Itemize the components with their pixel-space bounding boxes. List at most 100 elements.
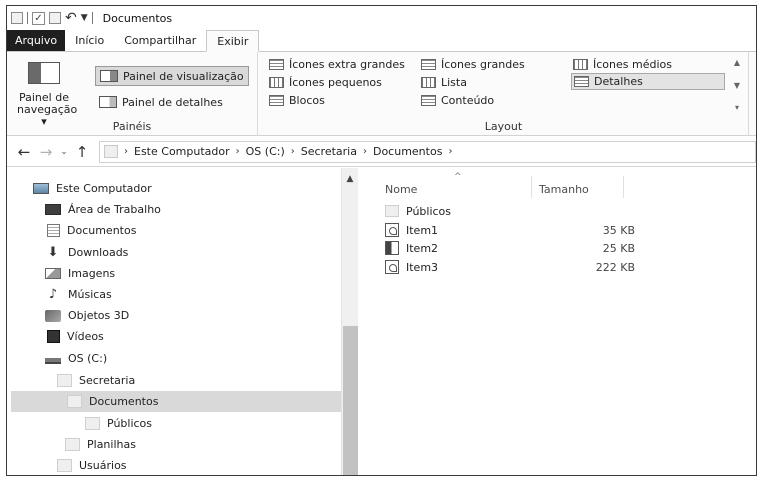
undo-icon[interactable]: ↶ (65, 11, 77, 25)
column-divider[interactable] (531, 176, 532, 198)
tab-arquivo[interactable]: Arquivo (7, 30, 66, 51)
music-note-icon: ♪ (48, 287, 58, 302)
chevron-down-icon[interactable]: ▼ (734, 81, 740, 90)
breadcrumb-este-computador[interactable]: Este Computador (134, 145, 230, 158)
folder-icon (67, 395, 82, 408)
layout-small-icons[interactable]: Ícones pequenos (269, 74, 382, 91)
breadcrumb-chevron-icon[interactable]: › (291, 146, 295, 157)
nav-item-label: Públicos (107, 417, 153, 430)
nav-item-label: Documentos (89, 395, 159, 408)
nav-item-downloads[interactable]: ⬇ Downloads (45, 242, 335, 263)
file-list: ^ Nome Tamanho Públicos Item1 35 KB Item… (359, 168, 756, 475)
file-row-publicos[interactable]: Públicos (385, 202, 625, 220)
column-header-tamanho[interactable]: Tamanho (539, 178, 589, 200)
breadcrumb-os-c[interactable]: OS (C:) (246, 145, 285, 158)
toolbar-divider (27, 12, 28, 24)
nav-item-label: OS (C:) (68, 352, 108, 365)
breadcrumb-chevron-icon[interactable]: › (236, 146, 240, 157)
layout-item-label: Ícones extra grandes (289, 58, 405, 71)
nav-item-imagens[interactable]: Imagens (45, 263, 335, 284)
nav-item-objetos-3d[interactable]: Objetos 3D (45, 305, 335, 326)
layout-details[interactable]: Detalhes (571, 73, 725, 90)
nav-item-planilhas[interactable]: Planilhas (65, 434, 335, 455)
pdf-file-icon (385, 223, 399, 237)
layout-group-label: Layout (484, 120, 523, 133)
nav-item-este-computador[interactable]: Este Computador (33, 178, 333, 199)
breadcrumb-chevron-icon[interactable]: › (124, 146, 128, 157)
breadcrumb-chevron-icon[interactable]: › (363, 146, 367, 157)
drive-icon (45, 353, 61, 364)
properties-check-icon[interactable]: ✓ (32, 11, 45, 25)
nav-item-secretaria[interactable]: Secretaria (57, 370, 337, 391)
address-bar[interactable]: › Este Computador › OS (C:) › Secretaria… (99, 140, 756, 163)
nav-item-documentos-selected[interactable]: Documentos (11, 391, 341, 412)
layout-tiles[interactable]: Blocos (269, 92, 325, 109)
nav-item-label: Planilhas (87, 438, 136, 451)
layout-large-icons[interactable]: Ícones grandes (421, 56, 525, 73)
nav-item-os-c[interactable]: OS (C:) (45, 348, 335, 369)
medium-icons-icon (573, 59, 588, 70)
layout-item-label: Conteúdo (441, 94, 495, 107)
layout-group: Ícones extra grandes Ícones grandes Ícon… (259, 52, 749, 136)
column-divider[interactable] (623, 176, 624, 198)
paineis-group: Painel de navegação ▾ Painel de visualiz… (7, 52, 258, 136)
pictures-icon (45, 268, 61, 279)
layout-item-label: Ícones médios (593, 58, 672, 71)
navigation-pane-icon (28, 62, 60, 84)
tab-compartilhar[interactable]: Compartilhar (114, 30, 206, 51)
file-name: Item2 (406, 241, 439, 255)
title-bar: ✓ ↶ ▼ Documentos (7, 6, 756, 30)
column-header-nome[interactable]: Nome (385, 178, 417, 200)
details-pane-button[interactable]: Painel de detalhes (95, 92, 227, 112)
navigation-pane: Este Computador Área de Trabalho Documen… (7, 168, 359, 475)
tab-inicio[interactable]: Início (65, 30, 114, 51)
nav-item-label: Objetos 3D (68, 309, 130, 322)
up-arrow-icon[interactable]: ↑ (71, 143, 93, 161)
preview-pane-button[interactable]: Painel de visualização (95, 66, 249, 86)
nav-item-publicos[interactable]: Públicos (85, 413, 335, 434)
navigation-pane-scrollbar[interactable]: ▲ (341, 168, 358, 475)
nav-item-label: Músicas (68, 288, 112, 301)
preview-pane-label: Painel de visualização (123, 69, 244, 83)
pdf-file-icon (385, 260, 399, 274)
nav-item-label: Secretaria (79, 374, 136, 387)
scrollbar-thumb[interactable] (343, 326, 358, 475)
back-arrow-icon[interactable]: ← (13, 143, 35, 161)
file-row-item2[interactable]: Item2 25 KB (385, 239, 635, 257)
folder-icon (57, 374, 72, 387)
computer-icon (33, 183, 49, 194)
breadcrumb-chevron-icon[interactable]: › (448, 146, 452, 157)
layout-content[interactable]: Conteúdo (421, 92, 494, 109)
more-layouts-icon[interactable]: ▾ (735, 103, 739, 112)
layout-medium-icons[interactable]: Ícones médios (573, 56, 672, 73)
forward-arrow-icon[interactable]: → (35, 143, 57, 161)
nav-item-documentos[interactable]: Documentos (47, 220, 337, 241)
breadcrumb-secretaria[interactable]: Secretaria (301, 145, 357, 158)
layout-item-label: Lista (441, 76, 467, 89)
layout-extra-large-icons[interactable]: Ícones extra grandes (269, 56, 405, 73)
3d-object-icon (45, 309, 61, 322)
file-row-item3[interactable]: Item3 222 KB (385, 258, 635, 276)
file-name: Item1 (406, 223, 439, 237)
layout-item-label: Ícones grandes (441, 58, 525, 71)
nav-item-usuarios[interactable]: Usuários (57, 455, 337, 475)
sort-ascending-caret-icon: ^ (454, 172, 462, 182)
file-row-item1[interactable]: Item1 35 KB (385, 221, 635, 239)
ribbon-panel: Painel de navegação ▾ Painel de visualiz… (7, 52, 756, 136)
nav-item-musicas[interactable]: ♪ Músicas (45, 284, 335, 305)
breadcrumb-documentos[interactable]: Documentos (373, 145, 442, 158)
layout-gallery-scroll[interactable]: ▲ ▼ ▾ (731, 58, 743, 112)
layout-list[interactable]: Lista (421, 74, 467, 91)
new-folder-icon[interactable] (49, 12, 61, 24)
chevron-up-icon[interactable]: ▲ (734, 58, 740, 67)
tab-exibir[interactable]: Exibir (206, 30, 260, 52)
folder-icon (104, 145, 118, 158)
customize-toolbar-chevron-icon[interactable]: ▼ (81, 13, 88, 23)
nav-item-videos[interactable]: Vídeos (47, 326, 337, 347)
small-icons-icon (269, 77, 284, 88)
scroll-up-arrow-icon[interactable]: ▲ (342, 174, 358, 184)
recent-locations-chevron-icon[interactable]: ⌄ (57, 147, 71, 157)
window-title: Documentos (102, 11, 173, 25)
nav-item-area-de-trabalho[interactable]: Área de Trabalho (45, 199, 335, 220)
navigation-pane-button[interactable]: Painel de navegação ▾ (17, 58, 77, 128)
